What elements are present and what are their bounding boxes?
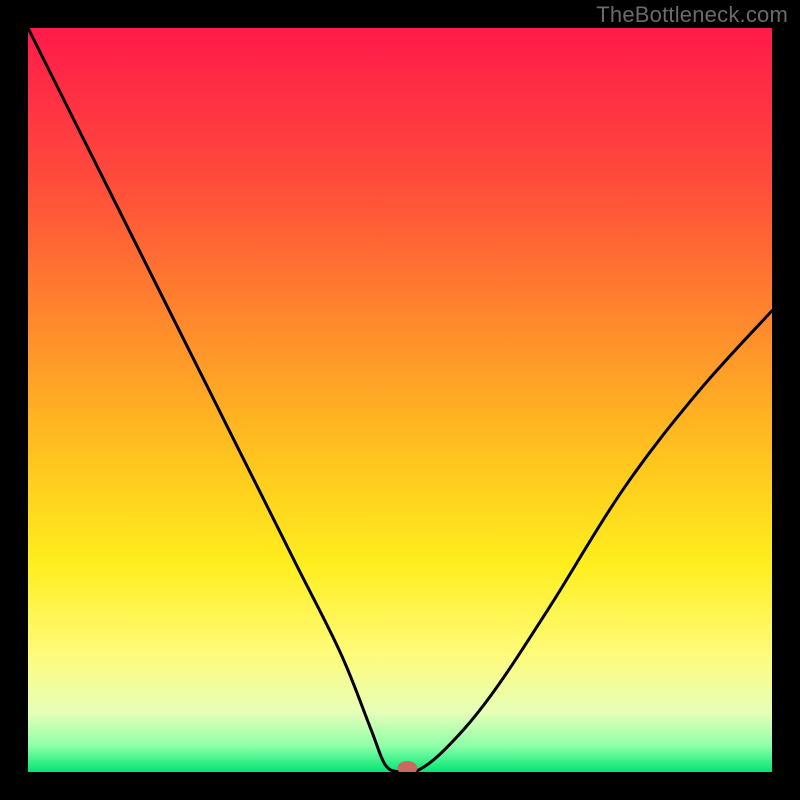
chart-container: TheBottleneck.com — [0, 0, 800, 800]
plot-area — [28, 28, 772, 772]
watermark-text: TheBottleneck.com — [596, 2, 788, 28]
bottleneck-chart-svg — [28, 28, 772, 772]
gradient-background — [28, 28, 772, 772]
